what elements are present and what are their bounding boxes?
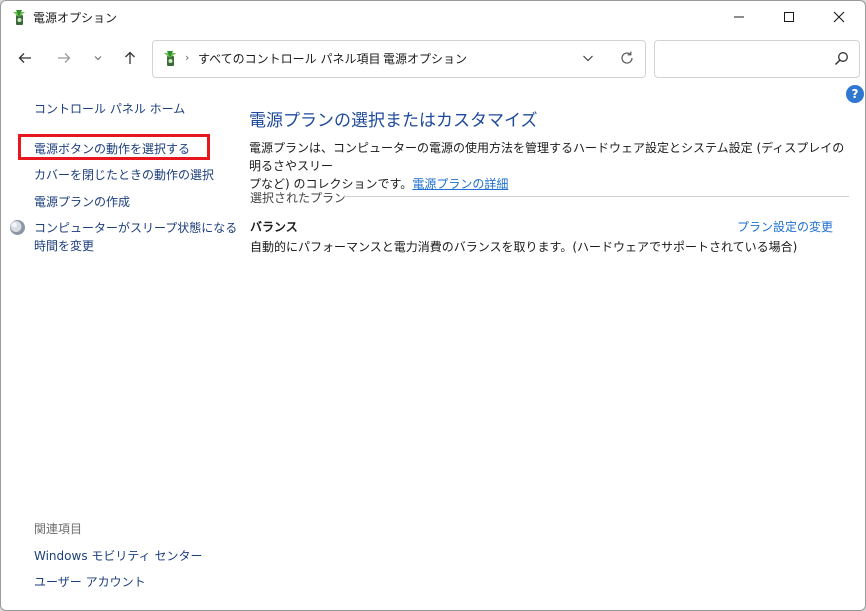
sidebar-link-change-sleep-time[interactable]: コンピューターがスリープ状態になる xyxy=(34,219,237,236)
description-line-1: 電源プランは、コンピューターの電源の使用方法を管理するハードウェア設定とシステム… xyxy=(249,141,845,173)
close-button[interactable] xyxy=(816,1,862,33)
power-options-icon xyxy=(13,10,25,25)
related-link-windows-mobility-center[interactable]: Windows モビリティ センター xyxy=(34,547,202,564)
sidebar-link-control-panel-home[interactable]: コントロール パネル ホーム xyxy=(34,100,185,117)
power-options-window: 電源オプション › すべてのコントロール パネル項目 › 電源オプション ? コ… xyxy=(0,0,866,611)
sidebar-link-create-power-plan[interactable]: 電源プランの作成 xyxy=(34,193,130,210)
chevron-down-icon xyxy=(94,56,102,61)
maximize-icon xyxy=(784,12,794,22)
breadcrumb-separator: › xyxy=(369,51,374,64)
section-divider xyxy=(344,196,849,197)
address-bar[interactable]: › すべてのコントロール パネル項目 › 電源オプション xyxy=(152,40,646,78)
breadcrumb-all-control-panel-items[interactable]: すべてのコントロール パネル項目 xyxy=(198,50,381,67)
related-heading: 関連項目 xyxy=(34,522,83,536)
back-button[interactable] xyxy=(12,45,38,71)
arrow-up-icon xyxy=(125,51,135,64)
close-icon xyxy=(833,11,845,23)
recent-locations-button[interactable] xyxy=(85,45,111,71)
up-button[interactable] xyxy=(117,45,143,71)
moon-icon xyxy=(10,220,25,235)
breadcrumb-power-options[interactable]: 電源オプション xyxy=(383,50,467,67)
sidebar-link-change-sleep-time-line2[interactable]: 時間を変更 xyxy=(34,237,94,254)
help-button[interactable]: ? xyxy=(846,85,864,103)
plan-name: バランス xyxy=(250,220,298,234)
help-icon: ? xyxy=(851,87,859,101)
arrow-left-icon xyxy=(18,53,31,63)
maximize-button[interactable] xyxy=(766,1,812,33)
chevron-down-icon[interactable] xyxy=(581,51,595,65)
page-description: 電源プランは、コンピューターの電源の使用方法を管理するハードウェア設定とシステム… xyxy=(249,139,851,193)
change-plan-settings-link[interactable]: プラン設定の変更 xyxy=(737,218,833,235)
window-title: 電源オプション xyxy=(33,11,118,25)
page-title: 電源プランの選択またはカスタマイズ xyxy=(249,111,538,131)
selected-plan-heading: 選択されたプラン xyxy=(250,191,347,205)
sidebar-link-choose-lid-close[interactable]: カバーを閉じたときの動作の選択 xyxy=(34,166,214,183)
sidebar-link-choose-power-button[interactable]: 電源ボタンの動作を選択する xyxy=(34,140,190,157)
refresh-icon[interactable] xyxy=(619,50,635,66)
power-options-icon xyxy=(164,51,176,66)
arrow-right-icon xyxy=(58,53,71,63)
breadcrumb-separator: › xyxy=(185,51,190,64)
search-icon[interactable] xyxy=(834,51,849,66)
minimize-button[interactable] xyxy=(716,1,762,33)
power-plan-details-link[interactable]: 電源プランの詳細 xyxy=(412,177,508,191)
title-bar: 電源オプション xyxy=(1,1,865,35)
related-link-user-accounts[interactable]: ユーザー アカウント xyxy=(34,573,146,590)
minimize-icon xyxy=(734,16,744,18)
forward-button[interactable] xyxy=(51,45,77,71)
plan-description: 自動的にパフォーマンスと電力消費のバランスを取ります。(ハードウェアでサポートさ… xyxy=(250,240,798,254)
search-input[interactable] xyxy=(654,40,860,78)
